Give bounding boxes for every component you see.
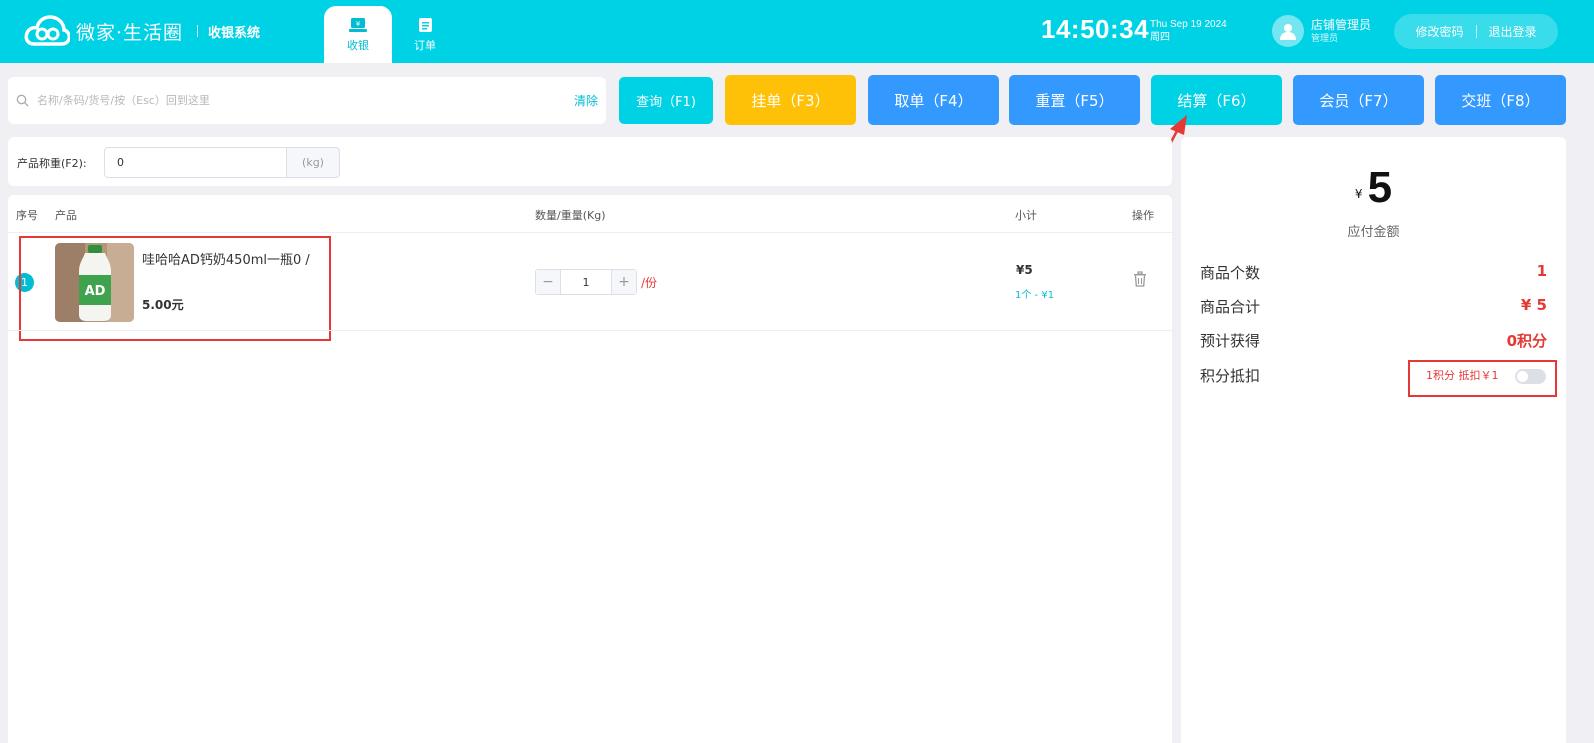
cloud-logo-icon	[24, 15, 70, 46]
weight-panel: 产品称重(F2): (kg)	[8, 137, 1172, 186]
fetch-order-button[interactable]: 取单（F4）	[868, 75, 999, 125]
member-button[interactable]: 会员（F7）	[1293, 75, 1424, 125]
weight-input[interactable]	[104, 147, 287, 178]
date-text: Thu Sep 19 2024	[1150, 19, 1227, 30]
summary-panel: ¥ 5 应付金额 商品个数 1 商品合计 ¥ 5 预计获得 0积分 积分抵扣 1…	[1181, 137, 1566, 743]
tab-orders[interactable]: 订单	[391, 6, 459, 63]
account-actions: 修改密码 退出登录	[1394, 14, 1558, 49]
per-unit-label: /份	[641, 276, 658, 290]
system-name: 收银系统	[208, 25, 261, 41]
header-qty: 数量/重量(Kg)	[535, 209, 606, 222]
annotation-highlight-redeem	[1408, 360, 1557, 397]
user-icon	[1280, 24, 1296, 40]
cashier-icon: ¥	[349, 17, 367, 32]
date-display: Thu Sep 19 2024 周四	[1150, 18, 1227, 44]
hold-order-button[interactable]: 挂单（F3）	[725, 75, 856, 125]
user-info: 店铺管理员 管理员	[1311, 18, 1371, 46]
quantity-value[interactable]: 1	[560, 270, 612, 294]
annotation-highlight-product	[19, 236, 331, 341]
increase-button[interactable]: +	[612, 270, 636, 294]
query-button[interactable]: 查询（F1)	[619, 77, 713, 124]
weight-unit: (kg)	[286, 147, 340, 178]
clock-time: 14:50:34	[1041, 14, 1150, 44]
change-password-link[interactable]: 修改密码	[1403, 23, 1475, 40]
shift-handover-button[interactable]: 交班（F8）	[1435, 75, 1566, 125]
currency-symbol: ¥	[1354, 187, 1363, 201]
product-table: 序号 产品 数量/重量(Kg) 小计 操作 1 AD 哇哈哈AD钙奶450ml一…	[8, 195, 1172, 743]
avatar	[1272, 15, 1304, 47]
weight-label: 产品称重(F2):	[17, 157, 87, 170]
top-header: 微家·生活圈 收银系统 ¥ 收银 订单 14:50:34 Thu Sep 19 …	[0, 0, 1594, 63]
search-input[interactable]	[37, 94, 574, 107]
trash-icon[interactable]	[1133, 271, 1147, 287]
svg-text:¥: ¥	[356, 20, 361, 28]
logo-divider	[197, 25, 199, 37]
app-logo: 微家·生活圈 收银系统	[24, 14, 260, 48]
total-value: ¥ 5	[1520, 296, 1547, 314]
points-value: 0积分	[1506, 332, 1547, 350]
header-divider	[8, 232, 1172, 233]
search-box: 清除	[8, 77, 606, 124]
total-row: 商品合计 ¥ 5	[1200, 296, 1547, 317]
logout-link[interactable]: 退出登录	[1477, 23, 1549, 40]
weekday-text: 周四	[1150, 32, 1170, 43]
decrease-button[interactable]: −	[536, 270, 560, 294]
header-action: 操作	[1132, 209, 1154, 222]
total-label: 商品合计	[1200, 298, 1261, 316]
user-role: 管理员	[1311, 34, 1339, 44]
redeem-label: 积分抵扣	[1200, 367, 1261, 385]
quantity-stepper: − 1 +	[535, 269, 637, 295]
clipboard-icon	[418, 17, 432, 32]
row-detail: 1个 - ¥1	[1015, 290, 1055, 301]
row-subtotal: ¥5	[1016, 263, 1033, 277]
reset-button[interactable]: 重置（F5）	[1009, 75, 1140, 125]
points-label: 预计获得	[1200, 332, 1261, 350]
item-count-value: 1	[1536, 262, 1547, 280]
row-divider	[8, 330, 1172, 331]
logo-text: 微家·生活圈	[76, 21, 184, 44]
header-subtotal: 小计	[1015, 209, 1037, 222]
tab-cashier[interactable]: ¥ 收银	[324, 6, 392, 63]
amount-value: 5	[1367, 163, 1393, 212]
item-count-row: 商品个数 1	[1200, 262, 1547, 283]
user-name: 店铺管理员	[1311, 18, 1372, 32]
tab-cashier-label: 收银	[347, 38, 369, 52]
clear-button[interactable]: 清除	[574, 92, 598, 109]
search-icon	[16, 94, 29, 107]
amount-label: 应付金额	[1347, 225, 1400, 240]
points-row: 预计获得 0积分	[1200, 330, 1547, 351]
header-product: 产品	[55, 209, 77, 222]
payable-amount: ¥ 5	[1181, 163, 1566, 213]
tab-orders-label: 订单	[414, 38, 436, 52]
item-count-label: 商品个数	[1200, 264, 1261, 282]
header-seq: 序号	[16, 209, 38, 222]
